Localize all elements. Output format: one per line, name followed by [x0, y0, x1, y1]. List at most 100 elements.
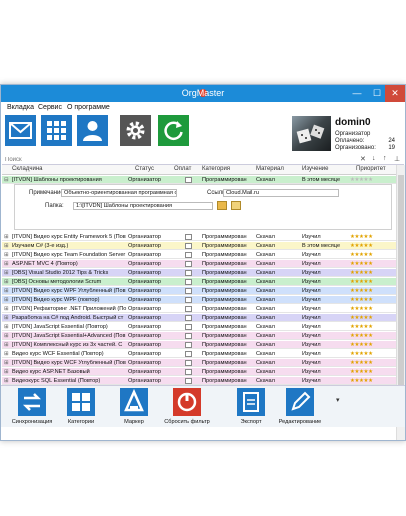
expand-icon[interactable]: ⊞ [4, 351, 12, 357]
row-paid-checkbox[interactable] [185, 342, 192, 348]
row-priority-stars[interactable]: ★★★★★ [350, 279, 396, 285]
star-icon[interactable]: ★ [368, 252, 373, 258]
row-priority-stars[interactable]: ★★★★★ [350, 369, 396, 375]
row-paid-checkbox[interactable] [185, 351, 192, 357]
star-icon[interactable]: ★ [368, 378, 373, 384]
row-priority-stars[interactable]: ★★★★★ [350, 288, 396, 294]
folder-open-icon[interactable] [217, 201, 227, 210]
column-priority[interactable]: Приоритет [356, 166, 386, 172]
table-row[interactable]: ⊟ [ITVDN] Шаблоны проектирования Организат… [2, 176, 396, 184]
star-icon[interactable]: ★ [368, 315, 373, 321]
table-row[interactable]: ⊞ ASP.NET MVC 4 (Повтор) Организатор Програ… [2, 260, 396, 268]
refresh-button[interactable] [158, 115, 189, 146]
expand-icon[interactable]: ⊞ [4, 360, 12, 366]
settings-button[interactable] [120, 115, 151, 146]
note-field[interactable]: Объектно-ориентированная программная си [61, 189, 177, 197]
star-icon[interactable]: ★ [368, 270, 373, 276]
row-priority-stars[interactable]: ★★★★★ [350, 270, 396, 276]
grid-button[interactable] [41, 115, 72, 146]
expand-icon[interactable]: ⊞ [4, 279, 12, 285]
expand-icon[interactable]: ⊞ [4, 306, 12, 312]
expand-icon[interactable]: ⊞ [4, 288, 12, 294]
search-input[interactable] [5, 156, 345, 164]
table-row[interactable]: ⊞ [ITVDN] Видео курс Entity Framework 5 (… [2, 233, 396, 241]
row-priority-stars[interactable]: ★★★★★ [350, 177, 396, 183]
table-row[interactable]: ⊞ [OBS] Visual Studio 2012 Tips & Tricks О… [2, 269, 396, 277]
row-priority-stars[interactable]: ★★★★★ [350, 243, 396, 249]
column-material[interactable]: Материал [256, 166, 284, 172]
row-paid-checkbox[interactable] [185, 333, 192, 339]
row-priority-stars[interactable]: ★★★★★ [350, 360, 396, 366]
star-icon[interactable]: ★ [368, 279, 373, 285]
expand-icon[interactable]: ⊟ [4, 177, 12, 183]
star-icon[interactable]: ★ [368, 234, 373, 240]
expand-icon[interactable]: ⊞ [4, 252, 12, 258]
marker-button[interactable]: Маркер [111, 388, 157, 425]
reset-filter-button[interactable]: Сбросить фильтр [164, 388, 210, 425]
expand-icon[interactable]: ⊞ [4, 243, 12, 249]
row-paid-checkbox[interactable] [185, 288, 192, 294]
star-icon[interactable]: ★ [368, 177, 373, 183]
row-priority-stars[interactable]: ★★★★★ [350, 315, 396, 321]
row-paid-checkbox[interactable] [185, 243, 192, 249]
table-row[interactable]: ⊞ [ITVDN] Видео курс WPF (повтор) Организа… [2, 296, 396, 304]
row-priority-stars[interactable]: ★★★★★ [350, 324, 396, 330]
table-row[interactable]: ⊞ Видеокурс SQL Essential (Повтор) Организ… [2, 377, 396, 385]
more-options-icon[interactable]: ▾ [336, 396, 340, 404]
star-icon[interactable]: ★ [368, 369, 373, 375]
scroll-thumb[interactable] [398, 175, 404, 395]
row-paid-checkbox[interactable] [185, 270, 192, 276]
table-row[interactable]: ⊞ [ITVDN] Видео курс WPF Углубленный (Пов… [2, 287, 396, 295]
star-icon[interactable]: ★ [368, 306, 373, 312]
expand-icon[interactable]: ⊞ [4, 324, 12, 330]
table-row[interactable]: ⊞ Изучаем C# (3-е изд.) Организатор Програм… [2, 242, 396, 250]
row-priority-stars[interactable]: ★★★★★ [350, 306, 396, 312]
table-row[interactable]: ⊞ Видео курс ASP.NET Базовый Организатор Пр… [2, 368, 396, 376]
row-paid-checkbox[interactable] [185, 297, 192, 303]
expand-icon[interactable]: ⊞ [4, 297, 12, 303]
expand-icon[interactable]: ⊞ [4, 234, 12, 240]
mail-button[interactable] [5, 115, 36, 146]
export-button[interactable]: Экспорт [228, 388, 274, 425]
table-row[interactable]: ⊞ [ITVDN] Комплексный курс из 3х частей. … [2, 341, 396, 349]
sync-button[interactable]: Синхронизация [9, 388, 55, 425]
folder-field[interactable]: 1:\[ITVDN] Шаблоны проектирования [73, 202, 213, 210]
star-icon[interactable]: ★ [368, 351, 373, 357]
table-row[interactable]: ⊞ Видео курс WCF Essential (Повтор) Органи… [2, 350, 396, 358]
star-icon[interactable]: ★ [368, 324, 373, 330]
column-status[interactable]: Статус [135, 166, 154, 172]
expand-icon[interactable]: ⊞ [4, 333, 12, 339]
row-priority-stars[interactable]: ★★★★★ [350, 333, 396, 339]
link-field[interactable]: Cloud.Mail.ru [223, 189, 339, 197]
row-paid-checkbox[interactable] [185, 252, 192, 258]
pin-icon[interactable]: ⊥ [394, 155, 400, 163]
row-priority-stars[interactable]: ★★★★★ [350, 234, 396, 240]
row-paid-checkbox[interactable] [185, 369, 192, 375]
expand-icon[interactable]: ⊞ [4, 261, 12, 267]
star-icon[interactable]: ★ [368, 243, 373, 249]
expand-icon[interactable]: ⊞ [4, 315, 12, 321]
star-icon[interactable]: ★ [368, 261, 373, 267]
folder-browse-icon[interactable] [231, 201, 241, 210]
arrow-down-icon[interactable]: ↓ [372, 155, 376, 162]
column-category[interactable]: Категория [202, 166, 230, 172]
star-icon[interactable]: ★ [368, 333, 373, 339]
expand-icon[interactable]: ⊞ [4, 270, 12, 276]
row-paid-checkbox[interactable] [185, 378, 192, 384]
row-priority-stars[interactable]: ★★★★★ [350, 297, 396, 303]
row-paid-checkbox[interactable] [185, 360, 192, 366]
row-priority-stars[interactable]: ★★★★★ [350, 342, 396, 348]
menu-tab[interactable]: Вкладка [7, 104, 34, 111]
row-priority-stars[interactable]: ★★★★★ [350, 351, 396, 357]
star-icon[interactable]: ★ [368, 342, 373, 348]
table-row[interactable]: ⊞ [ITVDN] Видео курс WCF Углубленный (Пов… [2, 359, 396, 367]
menu-about[interactable]: О программе [67, 104, 110, 111]
expand-icon[interactable]: ⊞ [4, 369, 12, 375]
profile-button[interactable] [77, 115, 108, 146]
row-paid-checkbox[interactable] [185, 324, 192, 330]
categories-button[interactable]: Категории [58, 388, 104, 425]
expand-icon[interactable]: ⊞ [4, 378, 12, 384]
row-paid-checkbox[interactable] [185, 315, 192, 321]
clear-filter-icon[interactable]: ✕ [360, 155, 366, 163]
edit-button[interactable]: Редактирование [277, 388, 323, 425]
